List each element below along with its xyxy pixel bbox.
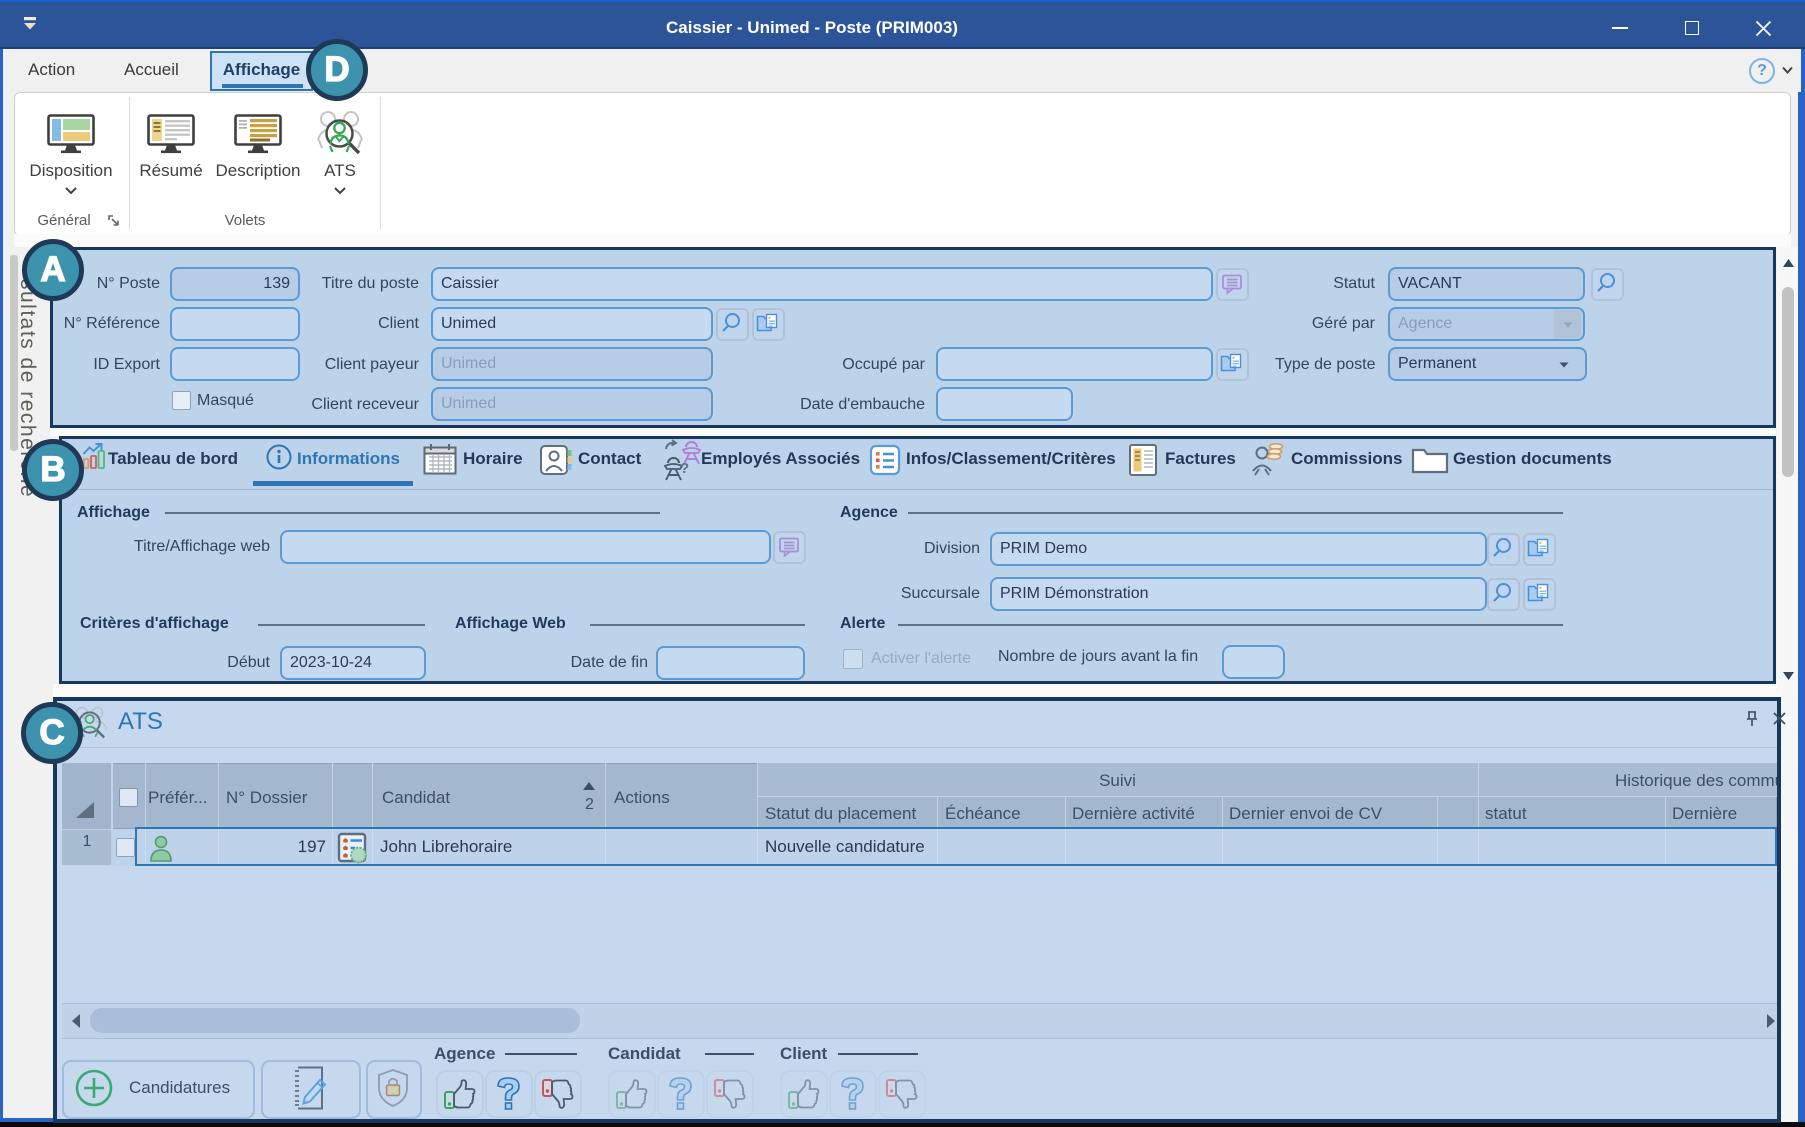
svg-text:?: ? (680, 460, 689, 477)
svg-text:2: 2 (585, 796, 594, 812)
